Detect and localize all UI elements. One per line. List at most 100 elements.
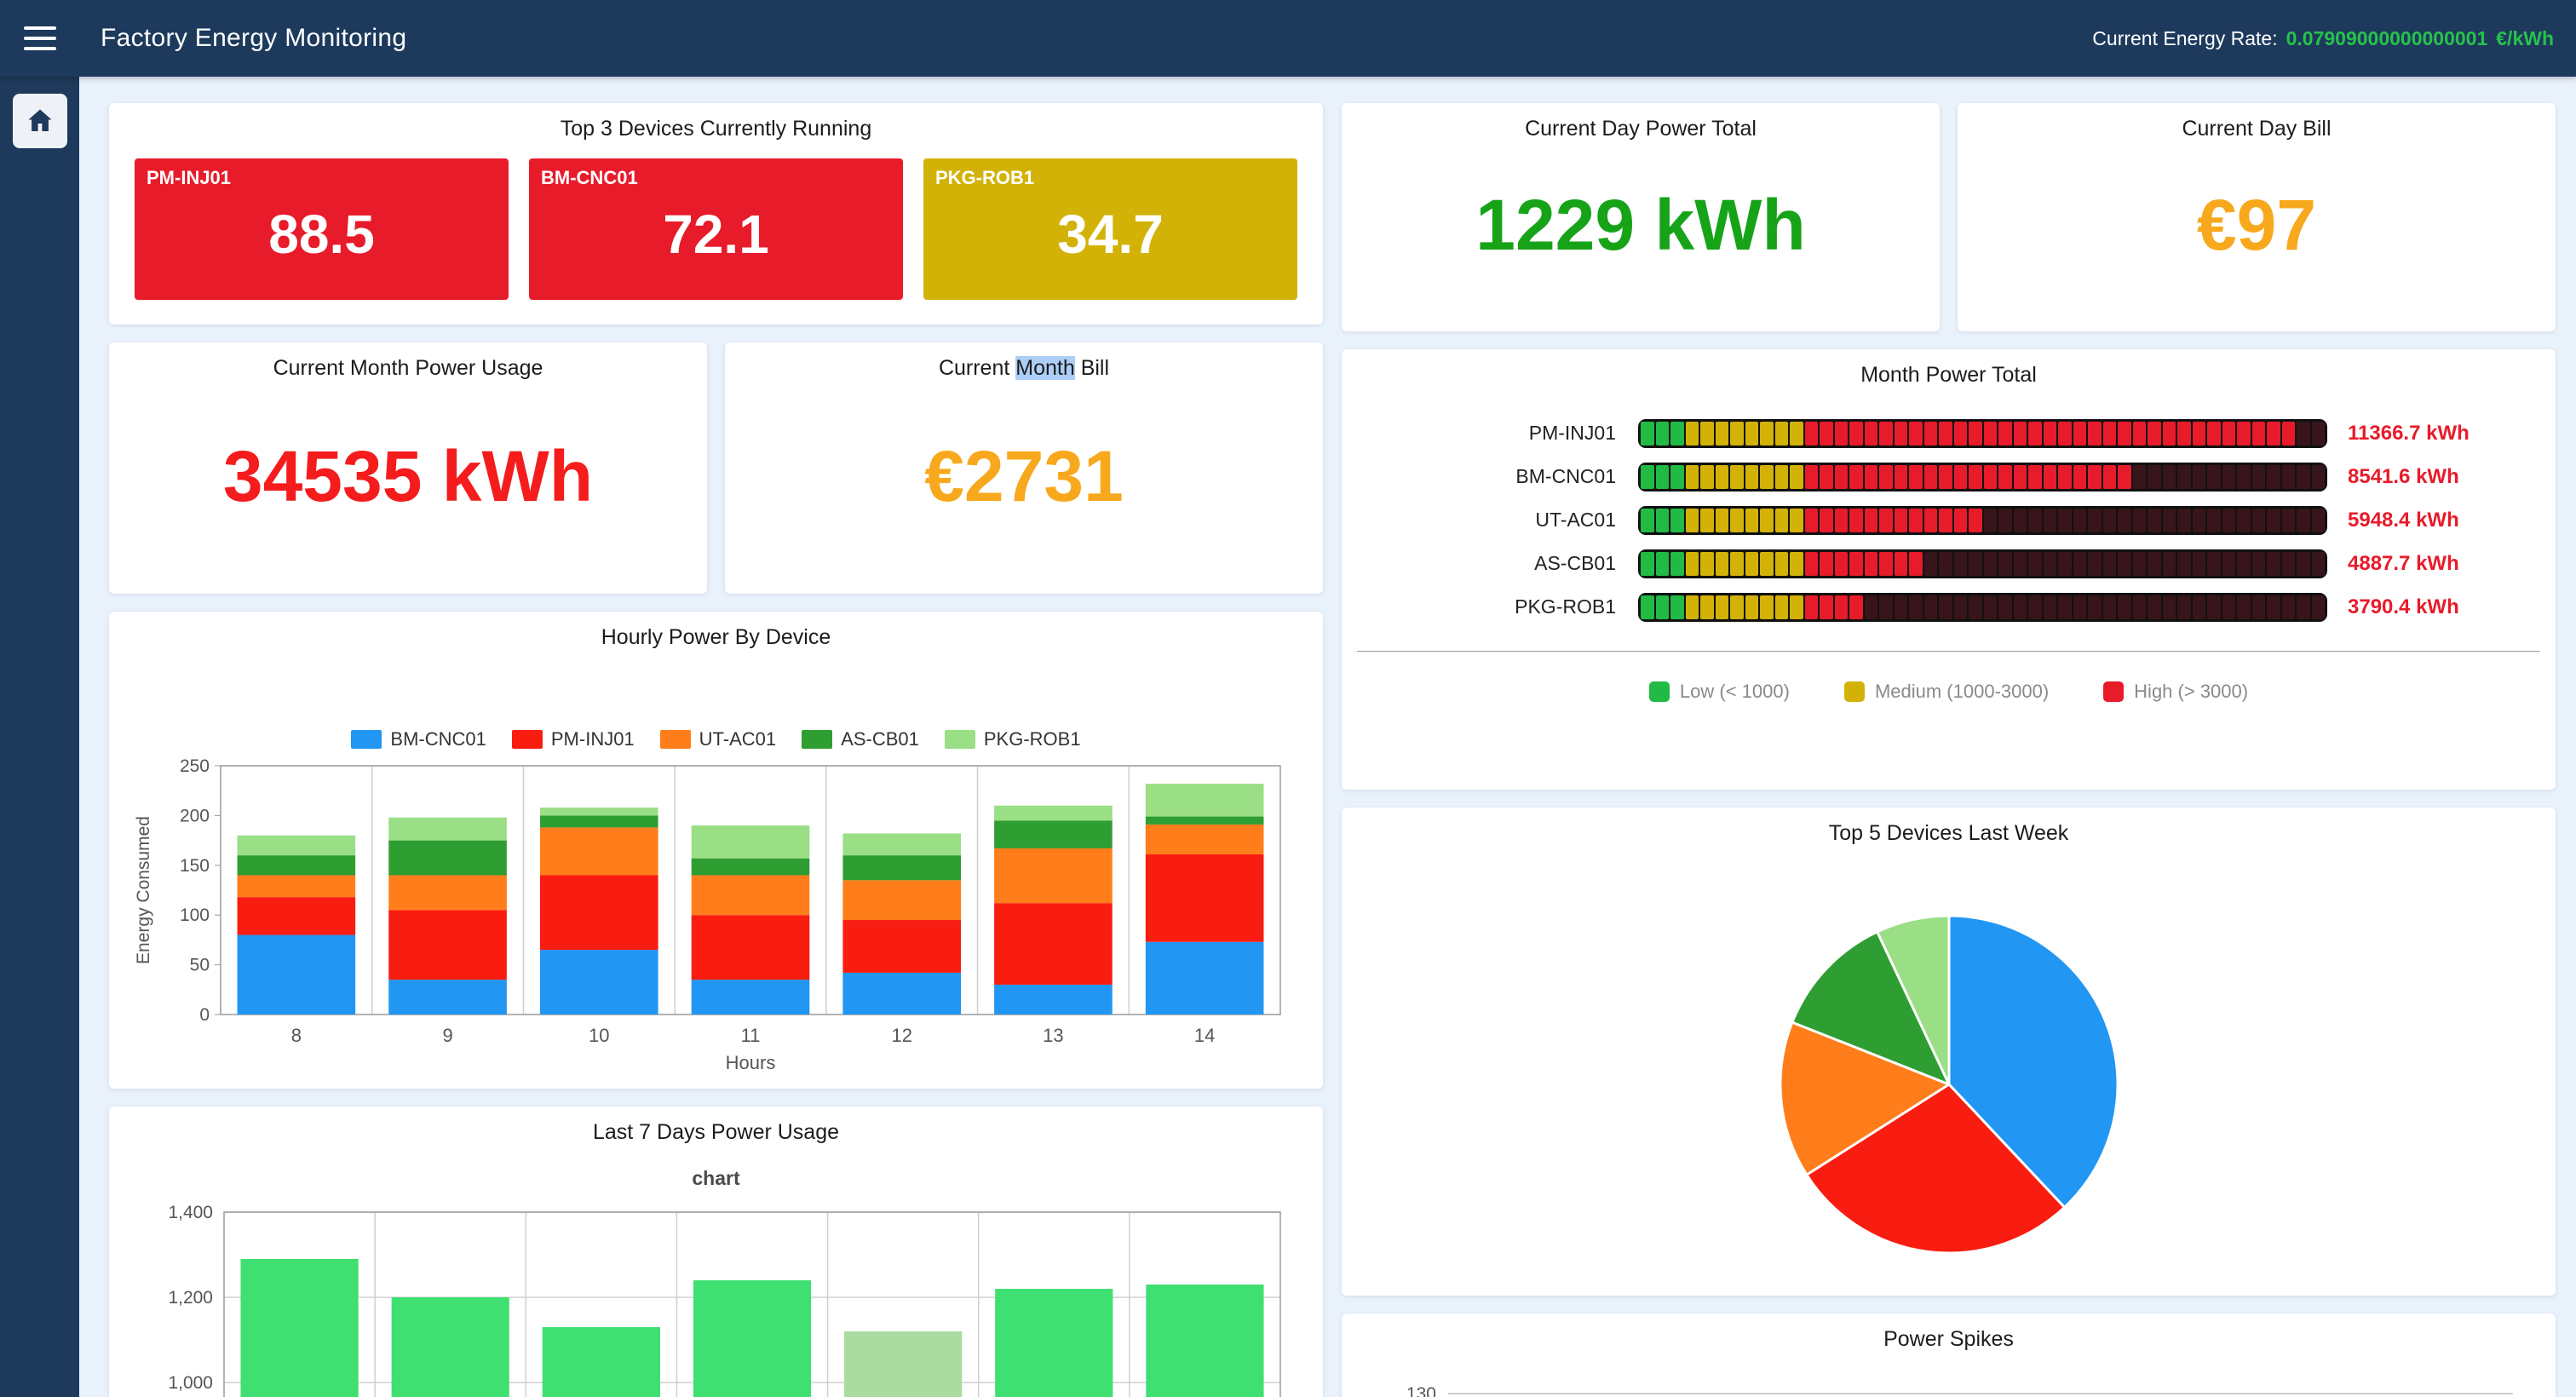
card-title: Hourly Power By Device [124, 625, 1308, 650]
energy-rate-label: Current Energy Rate: [2092, 27, 2277, 50]
legend-swatch [512, 730, 543, 749]
legend-label: PKG-ROB1 [984, 728, 1081, 750]
segmented-gauge [1638, 506, 2327, 535]
card-last7-days: Last 7 Days Power Usage chart 1,400 1,200… [109, 1107, 1323, 1397]
card-day-bill: Current Day Bill €97 [1958, 103, 2556, 331]
svg-text:200: 200 [179, 806, 209, 825]
svg-text:50: 50 [189, 956, 209, 975]
gauge-row: PKG-ROB1 3790.4 kWh [1357, 585, 2540, 629]
legend-label: High (> 3000) [2134, 681, 2248, 703]
card-month-power-total: Month Power Total PM-INJ01 11366.7 kWh BM-… [1342, 349, 2556, 790]
month-total-gauges: PM-INJ01 11366.7 kWh BM-CNC018541.6 kWhUT-… [1357, 411, 2540, 629]
day-cards-row: Current Day Power Total 1229 kWh Current… [1342, 103, 2556, 331]
card-title: Current Day Power Total [1357, 117, 1924, 141]
power-spikes-chart: 130 [1361, 1374, 2537, 1397]
card-title: Last 7 Days Power Usage [124, 1120, 1308, 1145]
month-bill-value: €2731 [740, 381, 1308, 580]
svg-text:130: 130 [1406, 1384, 1435, 1397]
month-usage-value: 34535 kWh [124, 381, 692, 580]
legend-label: AS-CB01 [841, 728, 919, 750]
sidebar [0, 77, 79, 1397]
month-cards-row: Current Month Power Usage 34535 kWh Curr… [109, 342, 1323, 594]
legend-item: Medium (1000-3000) [1844, 681, 2049, 703]
device-value: 34.7 [935, 177, 1285, 291]
home-button[interactable] [13, 94, 67, 148]
svg-text:1,000: 1,000 [168, 1373, 213, 1393]
svg-text:0: 0 [199, 1005, 210, 1025]
top5-pie-chart [1770, 905, 2128, 1263]
card-title: Current Month Power Usage [124, 356, 692, 381]
device-tile: PM-INJ0188.5 [135, 158, 509, 300]
svg-text:1,200: 1,200 [168, 1288, 213, 1308]
legend-swatch [660, 730, 691, 749]
legend-swatch [802, 730, 832, 749]
svg-text:Hours: Hours [725, 1052, 775, 1073]
legend-swatch [945, 730, 975, 749]
legend-item: BM-CNC01 [351, 728, 486, 750]
device-label: PM-INJ01 [1357, 422, 1638, 445]
gauge-row: BM-CNC018541.6 kWh [1357, 455, 2540, 498]
segmented-gauge [1638, 549, 2327, 578]
card-month-bill: Current Month Bill €2731 [725, 342, 1323, 594]
device-label: BM-CNC01 [1357, 465, 1638, 488]
svg-text:8: 8 [290, 1025, 301, 1046]
last7-bar-chart: 1,400 1,200 1,000 [129, 1200, 1304, 1397]
topbar: Factory Energy Monitoring Current Energy… [0, 0, 2576, 77]
energy-rate-unit: €/kWh [2496, 27, 2554, 50]
device-label: PKG-ROB1 [1357, 595, 1638, 618]
gauge-row: PM-INJ01 11366.7 kWh [1357, 411, 2540, 455]
legend-label: BM-CNC01 [390, 728, 486, 750]
card-title: Current Month Bill [740, 356, 1308, 381]
legend-swatch [1844, 681, 1865, 702]
device-label: AS-CB01 [1357, 552, 1638, 575]
legend-item: AS-CB01 [802, 728, 919, 750]
card-month-usage: Current Month Power Usage 34535 kWh [109, 342, 707, 594]
card-title: Current Day Bill [1973, 117, 2540, 141]
legend-label: UT-AC01 [699, 728, 776, 750]
card-power-spikes: Power Spikes 130 [1342, 1314, 2556, 1397]
device-tile: PKG-ROB134.7 [923, 158, 1297, 300]
axis-line [1357, 651, 2540, 652]
card-title: Month Power Total [1357, 363, 2540, 388]
legend-label: PM-INJ01 [551, 728, 635, 750]
svg-text:Energy Consumed: Energy Consumed [134, 816, 153, 964]
svg-text:1,400: 1,400 [168, 1203, 213, 1222]
card-hourly-power: Hourly Power By Device BM-CNC01 PM-INJ01 U… [109, 612, 1323, 1089]
menu-icon[interactable] [15, 13, 66, 64]
card-title: Top 3 Devices Currently Running [124, 117, 1308, 141]
energy-rate: Current Energy Rate: 0.07909000000000001… [2092, 27, 2554, 50]
day-bill-value: €97 [1973, 141, 2540, 318]
legend-item: PM-INJ01 [512, 728, 635, 750]
svg-text:100: 100 [179, 905, 209, 925]
svg-text:150: 150 [179, 856, 209, 876]
hourly-chart-legend: BM-CNC01 PM-INJ01 UT-AC01 AS-CB01 PKG-ROB1 [124, 728, 1308, 750]
selected-text: Month [1015, 356, 1074, 380]
gauge-kwh-value: 11366.7 kWh [2327, 422, 2540, 446]
svg-text:10: 10 [589, 1025, 609, 1046]
legend-item: UT-AC01 [660, 728, 776, 750]
home-icon [25, 106, 55, 136]
segmented-gauge [1638, 463, 2327, 492]
legend-swatch [351, 730, 382, 749]
app-title: Factory Energy Monitoring [101, 24, 406, 53]
svg-text:13: 13 [1043, 1025, 1063, 1046]
legend-item: PKG-ROB1 [945, 728, 1081, 750]
right-column: Current Day Power Total 1229 kWh Current… [1342, 103, 2556, 1397]
svg-text:250: 250 [179, 756, 209, 776]
gauge-legend: Low (< 1000) Medium (1000-3000) High (> 30… [1357, 681, 2540, 703]
legend-item: Low (< 1000) [1649, 681, 1790, 703]
svg-text:12: 12 [891, 1025, 911, 1046]
svg-text:11: 11 [740, 1025, 760, 1046]
legend-swatch [2103, 681, 2124, 702]
left-column: Top 3 Devices Currently Running PM-INJ01… [109, 103, 1323, 1397]
chart-subtitle: chart [124, 1167, 1308, 1190]
svg-text:14: 14 [1193, 1025, 1214, 1046]
legend-label: Low (< 1000) [1680, 681, 1790, 703]
hourly-stacked-chart: 050100150200250891011121314HoursEnergy C… [129, 756, 1304, 1079]
gauge-row: UT-AC015948.4 kWh [1357, 498, 2540, 542]
segmented-gauge [1638, 593, 2327, 622]
device-tile: BM-CNC0172.1 [529, 158, 903, 300]
card-day-total: Current Day Power Total 1229 kWh [1342, 103, 1940, 331]
gauge-kwh-value: 3790.4 kWh [2327, 595, 2540, 619]
day-total-value: 1229 kWh [1357, 141, 1924, 318]
